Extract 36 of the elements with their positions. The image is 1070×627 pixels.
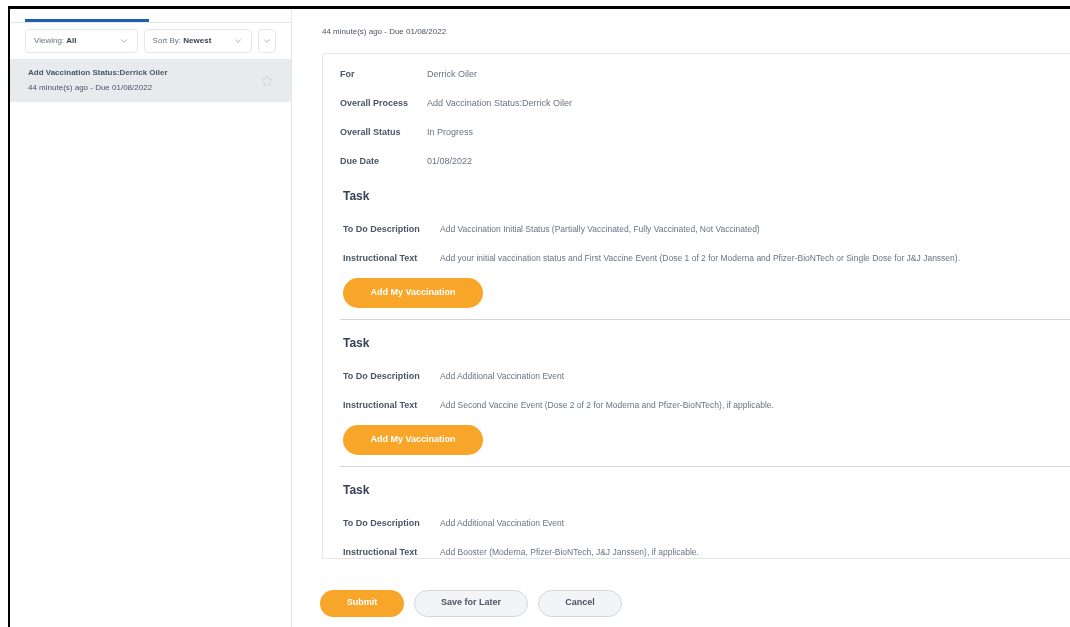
item-subtitle: 44 minute(s) ago - Due 01/08/2022: [28, 82, 154, 94]
task-heading: Task: [343, 188, 371, 205]
field-value: Add Booster (Moderna, Pfizer-BioNTech, J&J Janssen), if applicable.: [440, 546, 699, 558]
timestamp: 44 minute(s) ago - Due 01/08/2022: [322, 26, 448, 38]
field-label: Overall Process: [340, 97, 410, 109]
field-label: Instructional Text: [343, 399, 419, 411]
field-label: To Do Description: [343, 517, 421, 529]
footer-button[interactable]: Save for Later: [414, 589, 528, 617]
field-value: In Progress: [427, 126, 474, 138]
tab-indicator[interactable]: [25, 19, 149, 22]
field-label: Instructional Text: [343, 546, 419, 558]
filter-dropdown[interactable]: Viewing: All: [25, 29, 138, 53]
field-label: Instructional Text: [343, 252, 419, 264]
chevron-down-icon: [233, 36, 244, 46]
field-label: For: [340, 68, 356, 80]
filter-dropdown[interactable]: Sort By: Newest: [143, 29, 253, 53]
inbox-item[interactable]: Add Vaccination Status:Derrick Oiler 44 minute(s) ago - Due 01/08/2022: [10, 59, 291, 102]
field-value: 01/08/2022: [427, 155, 473, 167]
field-label: To Do Description: [343, 370, 421, 382]
field-value: Add Additional Vaccination Event: [440, 370, 565, 382]
footer-button[interactable]: Cancel: [538, 589, 622, 617]
field-label: Due Date: [340, 155, 380, 167]
task-heading: Task: [343, 482, 371, 499]
expand-button[interactable]: [258, 29, 276, 53]
field-label: Overall Status: [340, 126, 402, 138]
field-value: Add Additional Vaccination Event: [440, 517, 565, 529]
field-value: Derrick Oiler: [427, 68, 477, 80]
item-title: Add Vaccination Status:Derrick Oiler: [28, 67, 168, 79]
field-value: Add your initial vaccination status and First Vaccine Event (Dose 1 of 2 for Moderna and Pfizer-BioNTech or Single Dose for J&J Janssen).: [440, 252, 960, 264]
field-value: Add Vaccination Initial Status (Partially Vaccinated, Fully Vaccinated, Not Vaccinated): [440, 223, 760, 235]
field-value: Add Second Vaccine Event (Dose 2 of 2 for Moderna and Pfizer-BioNTech), if applicable.: [440, 399, 774, 411]
field-label: To Do Description: [343, 223, 421, 235]
field-value: Add Vaccination Status:Derrick Oiler: [427, 97, 572, 109]
task-heading: Task: [343, 335, 371, 352]
chevron-down-icon: [118, 36, 129, 46]
chevron-down-icon: [262, 36, 273, 46]
